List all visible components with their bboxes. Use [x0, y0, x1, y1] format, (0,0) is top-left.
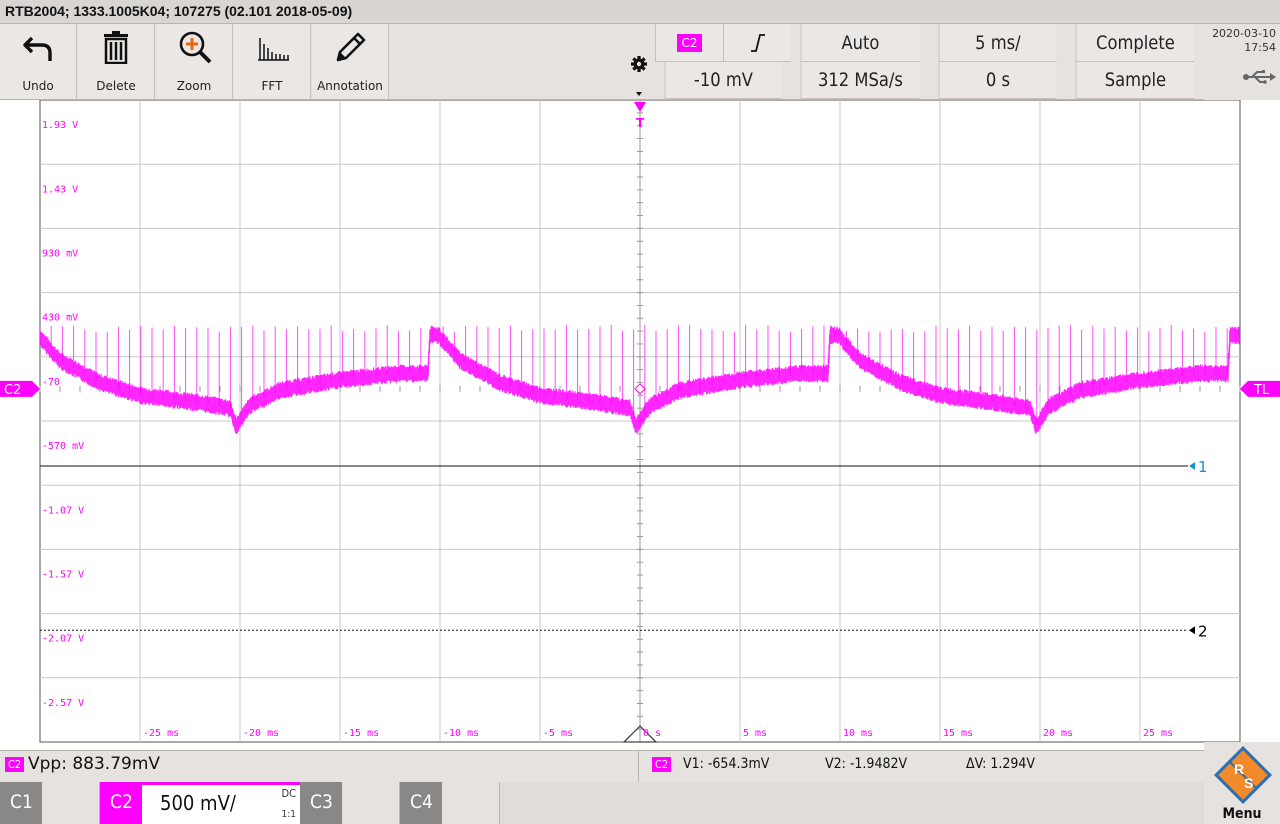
- channel-tab-c3[interactable]: C3: [300, 782, 342, 824]
- channel-bar: C1 C2 500 mV/ DC 1:1 C3 C4: [0, 782, 1280, 824]
- rising-edge-icon: [750, 33, 765, 52]
- y-tick-label: 930 mV: [42, 249, 78, 260]
- annotation-button[interactable]: Annotation: [312, 24, 389, 99]
- undo-label: Undo: [22, 79, 54, 93]
- zoom-icon: [179, 31, 212, 64]
- x-tick-label: -15 ms: [343, 728, 379, 739]
- undo-icon: [23, 36, 52, 61]
- chevron-down-icon: [636, 92, 642, 96]
- toolbar: Undo Delete Zoom FFT Annotation C2 Auto …: [0, 24, 1280, 100]
- cursor-label-2: 2: [1198, 622, 1208, 640]
- channel-c4-info[interactable]: [442, 782, 500, 824]
- annotation-label: Annotation: [317, 79, 383, 93]
- pencil-icon: [336, 32, 366, 62]
- y-tick-label: -570 mV: [42, 441, 84, 452]
- channel-c2-label: C2: [110, 791, 133, 813]
- x-tick-label: 0 s: [643, 728, 661, 739]
- channel-c2-coupling: DC: [281, 787, 296, 800]
- menu-label: Menu: [1222, 806, 1262, 822]
- cursor-v1: V1: -654.3mV: [683, 756, 770, 772]
- trigger-source-badge: C2: [677, 33, 702, 52]
- trigger-mode-cell[interactable]: Auto: [800, 24, 920, 62]
- channel-c2-scale: 500 mV/: [160, 791, 236, 815]
- x-tick-label: 25 ms: [1143, 728, 1173, 739]
- y-tick-label: 1.43 V: [42, 184, 78, 195]
- fft-button[interactable]: FFT: [234, 24, 311, 99]
- x-tick-label: -25 ms: [143, 728, 179, 739]
- x-tick-label: -20 ms: [243, 728, 279, 739]
- fft-icon: [258, 38, 289, 61]
- title-bar: RTB2004; 1333.1005K04; 107275 (02.101 20…: [0, 0, 1280, 24]
- x-tick-label: 20 ms: [1043, 728, 1073, 739]
- delete-label: Delete: [96, 79, 136, 93]
- measurement-bar: C2 Vpp: 883.79mV C2 V1: -654.3mV V2: -1.…: [0, 750, 1280, 782]
- channel-c1-info[interactable]: [42, 782, 100, 824]
- trigger-level-cell[interactable]: -10 mV: [664, 62, 782, 99]
- zoom-label: Zoom: [176, 79, 212, 93]
- y-tick-label: -2.07 V: [42, 634, 84, 645]
- channel-c2-probe: 1:1: [281, 809, 296, 820]
- window-title: RTB2004; 1333.1005K04; 107275 (02.101 20…: [5, 3, 353, 19]
- acq-mode-cell[interactable]: Sample: [1075, 62, 1195, 99]
- y-tick-label: -1.07 V: [42, 505, 84, 516]
- y-tick-label: -70: [42, 377, 60, 388]
- svg-text:S: S: [1244, 775, 1253, 791]
- sample-rate-cell[interactable]: 312 MSa/s: [800, 62, 920, 99]
- rs-logo-icon: R S: [1214, 746, 1272, 804]
- trigger-source-cell[interactable]: C2: [655, 24, 723, 62]
- waveform-display[interactable]: C2 TL 1 2 T 1.93 V 1.43 V 930 mV 430 mV -70 -570 …: [0, 99, 1280, 750]
- trigger-slope-cell[interactable]: [723, 24, 791, 62]
- y-tick-label: 430 mV: [42, 313, 78, 324]
- usb-icon: [1243, 70, 1276, 84]
- horizontal-position-cell[interactable]: 0 s: [938, 62, 1057, 99]
- channel-c2-offset-label: C2: [4, 383, 21, 398]
- time-text: 17:54: [1244, 41, 1276, 54]
- cursor-v2: V2: -1.9482V: [825, 756, 908, 772]
- trash-icon: [104, 31, 128, 64]
- x-tick-label: -10 ms: [443, 728, 479, 739]
- waveform-chart[interactable]: C2 TL 1 2 T 1.93 V 1.43 V 930 mV 430 mV -70 -570 …: [0, 99, 1280, 750]
- channel-c2-info[interactable]: 500 mV/ DC 1:1: [142, 782, 300, 824]
- y-tick-label: 1.93 V: [42, 120, 78, 131]
- cursor-label-1: 1: [1198, 458, 1208, 476]
- trigger-position-label: T: [636, 116, 645, 130]
- cursor-delta-v: ΔV: 1.294V: [966, 756, 1035, 772]
- delete-button[interactable]: Delete: [78, 24, 155, 99]
- timebase-cell[interactable]: 5 ms/: [938, 24, 1057, 62]
- channel-tab-c2[interactable]: C2: [100, 782, 142, 824]
- channel-c1-label: C1: [10, 791, 33, 813]
- zoom-button[interactable]: Zoom: [156, 24, 233, 99]
- x-tick-label: -5 ms: [543, 728, 573, 739]
- fft-label: FFT: [261, 79, 283, 93]
- channel-c3-info[interactable]: [342, 782, 400, 824]
- cursor-channel-badge: C2: [652, 757, 672, 772]
- trigger-level-label: TL: [1253, 383, 1270, 398]
- undo-button[interactable]: Undo: [0, 24, 77, 99]
- channel-tab-c4[interactable]: C4: [400, 782, 442, 824]
- channel-c4-label: C4: [410, 791, 433, 813]
- x-tick-label: 5 ms: [743, 728, 767, 739]
- channel-tab-c1[interactable]: C1: [0, 782, 42, 824]
- vpp-channel-badge: C2: [5, 757, 25, 772]
- y-tick-label: -2.57 V: [42, 698, 84, 709]
- vpp-measurement[interactable]: Vpp: 883.79mV: [28, 754, 160, 774]
- x-tick-label: 15 ms: [943, 728, 973, 739]
- x-tick-label: 10 ms: [843, 728, 873, 739]
- acq-state-cell[interactable]: Complete: [1075, 24, 1195, 62]
- svg-text:R: R: [1234, 761, 1244, 777]
- datetime-box: 2020-03-10 17:54: [1204, 24, 1280, 100]
- date-text: 2020-03-10: [1212, 27, 1276, 40]
- menu-button[interactable]: R S Menu: [1204, 742, 1280, 824]
- channel-c3-label: C3: [310, 791, 333, 813]
- y-tick-label: -1.57 V: [42, 570, 84, 581]
